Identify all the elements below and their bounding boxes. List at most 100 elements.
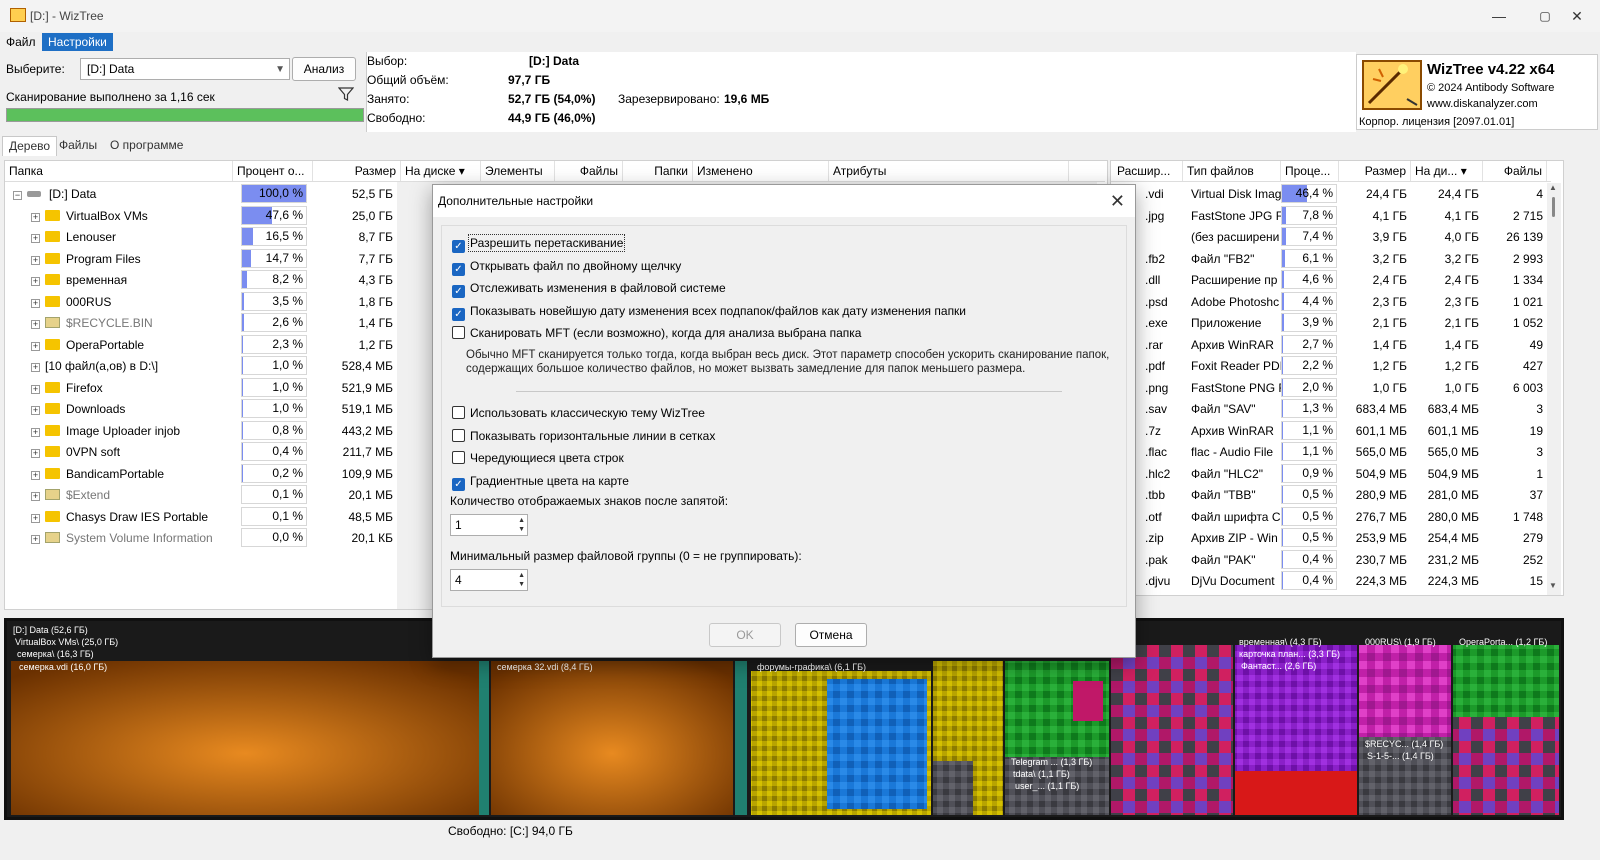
table-row[interactable]: + Downloads 1,0 % 519,1 МБ	[5, 398, 397, 420]
table-row[interactable]: + Image Uploader injob 0,8 % 443,2 МБ	[5, 420, 397, 442]
expand-icon[interactable]: +	[31, 492, 40, 501]
table-row[interactable]: + Program Files 14,7 % 7,7 ГБ	[5, 248, 397, 270]
table-row[interactable]: + System Volume Information 0,0 % 20,1 КБ	[5, 527, 397, 549]
table-row[interactable]: + [10 файл(а,ов) в D:\] 1,0 % 528,4 МБ	[5, 355, 397, 377]
table-row[interactable]: .psd Adobe Photoshc 2,3 ГБ 2,3 ГБ 1 021 4,4 %	[1111, 291, 1547, 313]
expand-icon[interactable]: +	[31, 212, 40, 222]
table-row[interactable]: .png FastStone PNG F 1,0 ГБ 1,0 ГБ 6 003 2,0 …	[1111, 377, 1547, 399]
col-type-ondisk[interactable]: На ди... ▾	[1411, 161, 1483, 181]
option-checkbox[interactable]: ✓ Открывать файл по двойному щелчку	[452, 257, 966, 277]
folder-name-cell[interactable]: + $Extend	[31, 484, 229, 506]
types-scrollbar[interactable]: ▲ ▼	[1547, 183, 1561, 595]
col-folder[interactable]: Папка	[5, 161, 233, 181]
col-extension[interactable]: Расшир...	[1113, 161, 1183, 181]
folder-name-cell[interactable]: + $RECYCLE.BIN	[31, 312, 229, 334]
table-row[interactable]: + BandicamPortable 0,2 % 109,9 МБ	[5, 463, 397, 485]
checkbox-unchecked-icon[interactable]	[452, 451, 465, 464]
checkbox-unchecked-icon[interactable]	[452, 406, 465, 419]
folder-name-cell[interactable]: − [D:] Data	[13, 183, 229, 205]
expand-icon[interactable]: +	[31, 277, 40, 286]
table-row[interactable]: .sav Файл "SAV" 683,4 МБ 683,4 МБ 3 1,3 %	[1111, 398, 1547, 420]
folder-name-cell[interactable]: + Program Files	[31, 248, 229, 270]
table-row[interactable]: .pak Файл "PAK" 230,7 МБ 231,2 МБ 252 0,4 %	[1111, 549, 1547, 571]
expand-icon[interactable]: +	[31, 384, 40, 394]
ok-button[interactable]: OK	[709, 623, 781, 647]
table-row[interactable]: .dll Расширение пр 2,4 ГБ 2,4 ГБ 1 334 4,6 %	[1111, 269, 1547, 291]
option-checkbox[interactable]: Показывать горизонтальные линии в сетках	[452, 427, 715, 447]
option-checkbox[interactable]: Сканировать MFT (если возможно), когда д…	[452, 324, 966, 344]
table-row[interactable]: .pdf Foxit Reader PDF 1,2 ГБ 1,2 ГБ 427 2,2 %	[1111, 355, 1547, 377]
table-row[interactable]: .jpg FastStone JPG Fi 4,1 ГБ 4,1 ГБ 2 715 7,8…	[1111, 205, 1547, 227]
folder-name-cell[interactable]: + Downloads	[31, 398, 229, 420]
col-type-size[interactable]: Размер	[1339, 161, 1411, 181]
col-modified[interactable]: Изменено	[693, 161, 829, 181]
option-checkbox[interactable]: ✓ Разрешить перетаскивание	[452, 234, 966, 254]
table-row[interactable]: + временная 8,2 % 4,3 ГБ	[5, 269, 397, 291]
folder-name-cell[interactable]: + VirtualBox VMs	[31, 205, 229, 227]
tab-files[interactable]: Файлы	[53, 136, 103, 156]
table-row[interactable]: .vdi Virtual Disk Imag 24,4 ГБ 24,4 ГБ 4 46,4…	[1111, 183, 1547, 205]
table-row[interactable]: + $Extend 0,1 % 20,1 МБ	[5, 484, 397, 506]
folder-name-cell[interactable]: + [10 файл(а,ов) в D:\]	[31, 355, 229, 377]
folder-name-cell[interactable]: +0VPN soft	[31, 441, 229, 463]
folder-name-cell[interactable]: + Chasys Draw IES Portable	[31, 506, 229, 528]
tab-tree[interactable]: Дерево	[2, 136, 58, 156]
col-files[interactable]: Файлы	[555, 161, 623, 181]
col-attributes[interactable]: Атрибуты	[829, 161, 1069, 181]
table-row[interactable]: .tbb Файл "TBB" 280,9 МБ 281,0 МБ 37 0,5 %	[1111, 484, 1547, 506]
scroll-up-icon[interactable]: ▲	[1549, 183, 1557, 192]
spinner-arrows-icon[interactable]: ▲ ▼	[518, 516, 525, 534]
option-checkbox[interactable]: ✓ Отслеживать изменения в файловой систем…	[452, 279, 966, 299]
table-row[interactable]: + $RECYCLE.BIN 2,6 % 1,4 ГБ	[5, 312, 397, 334]
expand-icon[interactable]: +	[31, 427, 40, 437]
option-checkbox[interactable]: ✓ Градиентные цвета на карте	[452, 472, 715, 492]
scroll-thumb[interactable]	[1552, 197, 1555, 217]
close-button[interactable]: ✕	[1554, 4, 1600, 28]
table-row[interactable]: − [D:] Data 100,0 % 52,5 ГБ	[5, 183, 397, 205]
expand-icon[interactable]: +	[31, 320, 40, 329]
table-row[interactable]: .zip Архив ZIP - Win 253,9 МБ 254,4 МБ 279 0,…	[1111, 527, 1547, 549]
table-row[interactable]: (без расширени 3,9 ГБ 4,0 ГБ 26 139 7,4 %	[1111, 226, 1547, 248]
col-type-files[interactable]: Файлы	[1483, 161, 1547, 181]
table-row[interactable]: +000RUS 3,5 % 1,8 ГБ	[5, 291, 397, 313]
expand-icon[interactable]: +	[31, 363, 40, 372]
expand-icon[interactable]: +	[31, 341, 40, 351]
folder-name-cell[interactable]: + временная	[31, 269, 229, 291]
checkbox-checked-icon[interactable]: ✓	[452, 307, 465, 321]
table-row[interactable]: .djvu DjVu Document 224,3 МБ 224,3 МБ 15 0,4 …	[1111, 570, 1547, 592]
col-percent[interactable]: Процент о...	[233, 161, 313, 181]
expand-icon[interactable]: +	[31, 298, 40, 308]
menu-settings[interactable]: Настройки	[42, 33, 113, 51]
expand-icon[interactable]: +	[31, 234, 40, 243]
group-size-spinner[interactable]: 4 ▲ ▼	[450, 569, 528, 591]
col-elements[interactable]: Элементы	[481, 161, 555, 181]
folder-name-cell[interactable]: + Firefox	[31, 377, 229, 399]
menu-file[interactable]: Файл	[0, 33, 42, 51]
checkbox-checked-icon[interactable]: ✓	[452, 285, 465, 298]
table-row[interactable]: .flac flac - Audio File 565,0 МБ 565,0 МБ 3 1…	[1111, 441, 1547, 463]
decimals-spinner[interactable]: 1 ▲ ▼	[450, 514, 528, 536]
table-row[interactable]: .rar Архив WinRAR 1,4 ГБ 1,4 ГБ 49 2,7 %	[1111, 334, 1547, 356]
col-type-percent[interactable]: Проце...	[1281, 161, 1339, 181]
checkbox-checked-icon[interactable]: ✓	[452, 477, 465, 491]
table-row[interactable]: + Firefox 1,0 % 521,9 МБ	[5, 377, 397, 399]
table-row[interactable]: .hlc2 Файл "HLC2" 504,9 МБ 504,9 МБ 1 0,9 %	[1111, 463, 1547, 485]
folder-name-cell[interactable]: + Lenouser	[31, 226, 229, 248]
col-ondisk[interactable]: На диске ▾	[401, 161, 481, 181]
cancel-button[interactable]: Отмена	[795, 623, 867, 647]
dialog-close-icon[interactable]: ✕	[1110, 185, 1125, 217]
folder-name-cell[interactable]: + OperaPortable	[31, 334, 229, 356]
table-row[interactable]: + VirtualBox VMs 47,6 % 25,0 ГБ	[5, 205, 397, 227]
spinner-arrows-icon[interactable]: ▲ ▼	[518, 571, 525, 589]
checkbox-unchecked-icon[interactable]	[452, 428, 465, 442]
table-row[interactable]: + OperaPortable 2,3 % 1,2 ГБ	[5, 334, 397, 356]
table-row[interactable]: .fb2 Файл "FB2" 3,2 ГБ 3,2 ГБ 2 993 6,1 %	[1111, 248, 1547, 270]
option-checkbox[interactable]: Чередующиеся цвета строк	[452, 449, 715, 469]
table-row[interactable]: + Lenouser 16,5 % 8,7 ГБ	[5, 226, 397, 248]
drive-select[interactable]: [D:] Data ▼	[80, 58, 290, 80]
checkbox-checked-icon[interactable]: ✓	[452, 262, 465, 276]
col-file-type[interactable]: Тип файлов	[1183, 161, 1281, 181]
scroll-down-icon[interactable]: ▼	[1549, 581, 1557, 590]
checkbox-checked-icon[interactable]: ✓	[452, 240, 465, 253]
expand-icon[interactable]: +	[31, 449, 40, 458]
